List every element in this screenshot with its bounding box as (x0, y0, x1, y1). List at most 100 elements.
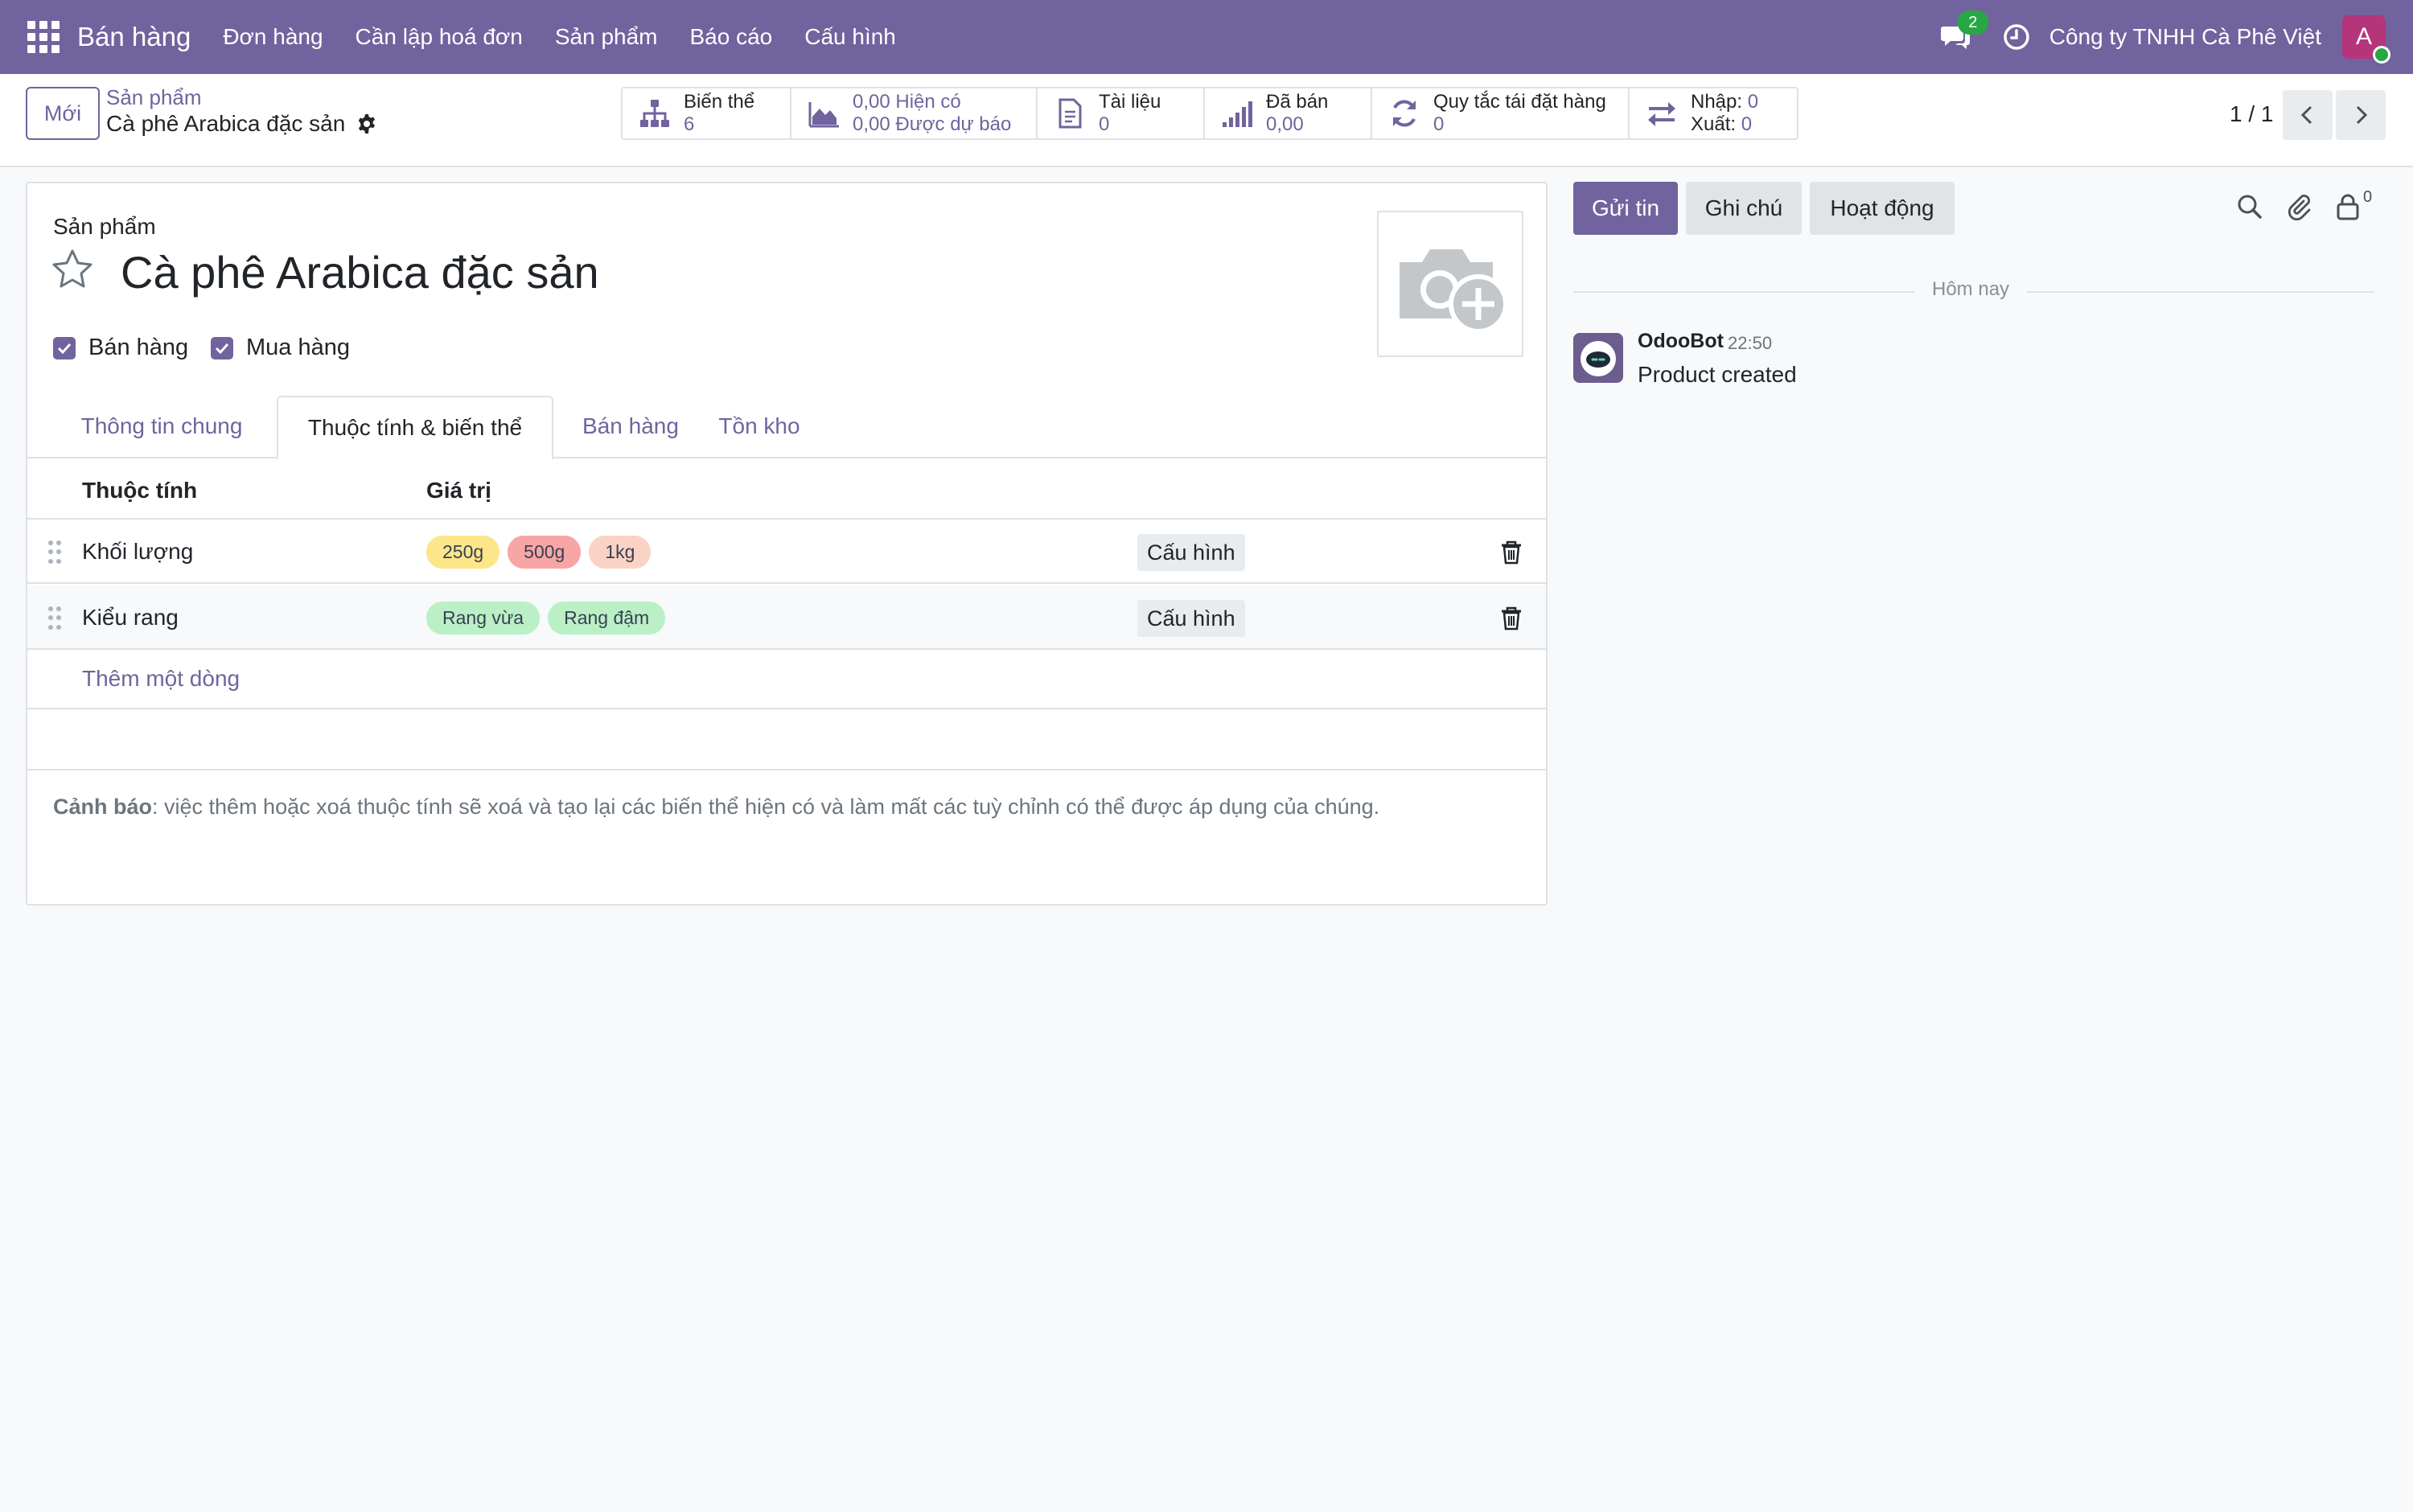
drag-handle-icon[interactable] (48, 606, 61, 631)
pager-next-button[interactable] (2336, 90, 2386, 140)
column-values[interactable]: Giá trị (426, 478, 491, 503)
value-tag: 1kg (589, 536, 652, 569)
documents-smart-button[interactable]: Tài liệu 0 (1038, 88, 1205, 138)
menu-products[interactable]: Sản phẩm (555, 24, 658, 50)
signal-bars-icon (1223, 101, 1252, 127)
attribute-name: Kiểu rang (82, 605, 179, 630)
attribute-values[interactable]: Rang vừa Rang đậm (426, 602, 673, 635)
product-name-field[interactable]: Cà phê Arabica đặc sản (121, 246, 599, 298)
attribute-values[interactable]: 250g 500g 1kg (426, 536, 659, 569)
add-line-link[interactable]: Thêm một dòng (82, 666, 240, 692)
refresh-icon (1393, 100, 1416, 127)
paperclip-icon[interactable] (2286, 193, 2313, 220)
on-hand-smart-button[interactable]: 0,00 Hiện có 0,00 Được dự báo (791, 88, 1038, 138)
message-author[interactable]: OdooBot (1638, 330, 1724, 353)
value-tag: Rang vừa (426, 602, 541, 635)
activities-button[interactable]: Hoạt động (1810, 182, 1955, 235)
configure-button[interactable]: Cấu hình (1137, 534, 1245, 571)
pager-value[interactable]: 1 / 1 (2230, 101, 2273, 127)
variants-count: 6 (684, 113, 695, 135)
can-be-sold-checkbox[interactable]: Bán hàng (53, 335, 188, 361)
followers-button[interactable]: 0 (2336, 188, 2376, 220)
can-be-purchased-label: Mua hàng (246, 335, 350, 360)
table-row[interactable]: Kiểu rang Rang vừa Rang đậm Cấu hình (27, 585, 1546, 650)
column-attribute[interactable]: Thuộc tính (82, 478, 197, 503)
apps-menu-icon[interactable] (27, 21, 60, 53)
tab-sales[interactable]: Bán hàng (566, 394, 695, 458)
document-icon (1059, 98, 1082, 129)
area-chart-icon (808, 102, 839, 128)
on-hand-label: Hiện có (895, 91, 961, 113)
forecast-value: 0,00 (853, 113, 890, 135)
product-image-upload[interactable] (1377, 211, 1523, 357)
message-body: Product created (1638, 362, 1797, 387)
can-be-purchased-checkbox[interactable]: Mua hàng (211, 335, 350, 361)
app-brand[interactable]: Bán hàng (77, 22, 191, 52)
table-row[interactable]: Khối lượng 250g 500g 1kg Cấu hình (27, 520, 1546, 584)
breadcrumb-current-label: Cà phê Arabica đặc sản (106, 111, 346, 136)
trash-icon[interactable] (1501, 540, 1522, 565)
user-initial: A (2355, 23, 2372, 50)
divider (27, 769, 1546, 770)
camera-plus-icon (1400, 249, 1508, 334)
menu-reports[interactable]: Báo cáo (689, 24, 772, 50)
in-value: 0 (1747, 91, 1759, 113)
followers-count: 0 (2363, 188, 2373, 206)
sitemap-icon (640, 100, 669, 127)
user-avatar[interactable]: A (2342, 15, 2390, 64)
chevron-right-icon (2356, 105, 2368, 125)
control-panel: Mới Sản phẩm Cà phê Arabica đặc sản Biến… (0, 74, 2413, 167)
menu-to-invoice[interactable]: Cần lập hoá đơn (356, 24, 523, 50)
out-label: Xuất: (1691, 113, 1737, 135)
breadcrumb-current: Cà phê Arabica đặc sản (106, 111, 377, 137)
tab-inventory[interactable]: Tồn kho (703, 394, 816, 458)
variants-smart-button[interactable]: Biến thể 6 (623, 88, 791, 138)
day-label: Hôm nay (1914, 278, 2028, 301)
variants-label: Biến thể (684, 91, 755, 113)
top-navbar: Bán hàng Đơn hàng Cần lập hoá đơn Sản ph… (0, 0, 2413, 74)
breadcrumb-parent[interactable]: Sản phẩm (106, 85, 202, 110)
menu-configuration[interactable]: Cấu hình (804, 24, 896, 50)
divider (27, 708, 1546, 709)
activity-clock-icon[interactable] (2003, 23, 2030, 51)
company-switcher[interactable]: Công ty TNHH Cà Phê Việt (2049, 24, 2321, 50)
in-out-smart-button[interactable]: Nhập: 0 Xuất: 0 (1630, 88, 1797, 138)
log-note-button[interactable]: Ghi chú (1686, 182, 1802, 235)
pager-previous-button[interactable] (2283, 90, 2333, 140)
on-hand-value: 0,00 (853, 91, 890, 113)
favorite-star-icon[interactable] (50, 248, 95, 293)
sold-smart-button[interactable]: Đã bán 0,00 (1205, 88, 1372, 138)
warning-label: Cảnh báo (53, 795, 153, 819)
configure-button[interactable]: Cấu hình (1137, 600, 1245, 637)
checkbox-checked-icon (53, 336, 76, 360)
new-button[interactable]: Mới (26, 87, 100, 140)
gear-icon[interactable] (356, 113, 377, 134)
documents-count: 0 (1099, 113, 1110, 135)
sold-label: Đã bán (1266, 91, 1329, 113)
chevron-left-icon (2300, 105, 2312, 125)
drag-handle-icon[interactable] (48, 540, 61, 565)
warning-text: Cảnh báo: việc thêm hoặc xoá thuộc tính … (53, 795, 1379, 820)
messages-count-badge: 2 (1957, 10, 1988, 35)
smart-buttons: Biến thể 6 0,00 Hiện có 0,00 Được dự báo… (621, 87, 1798, 140)
documents-label: Tài liệu (1099, 91, 1161, 113)
reordering-rules-smart-button[interactable]: Quy tắc tái đặt hàng 0 (1372, 88, 1630, 138)
value-tag: Rang đậm (548, 602, 666, 635)
odoobot-avatar[interactable] (1573, 333, 1623, 383)
checkbox-checked-icon (211, 336, 233, 360)
trash-icon[interactable] (1501, 606, 1522, 631)
sold-value: 0,00 (1266, 113, 1304, 135)
reordering-rules-count: 0 (1433, 113, 1445, 135)
user-lock-icon (2337, 194, 2359, 220)
tab-attributes-variants[interactable]: Thuộc tính & biến thể (277, 396, 553, 460)
reordering-rules-label: Quy tắc tái đặt hàng (1433, 91, 1606, 113)
value-tag: 500g (508, 536, 582, 569)
messages-icon[interactable]: 2 (1940, 10, 1988, 51)
send-message-button[interactable]: Gửi tin (1573, 182, 1678, 235)
attributes-table-header: Thuộc tính Giá trị (27, 458, 1546, 520)
attribute-name: Khối lượng (82, 539, 194, 564)
menu-orders[interactable]: Đơn hàng (223, 24, 323, 50)
online-status-dot (2373, 46, 2390, 64)
search-icon[interactable] (2236, 193, 2263, 220)
tab-general-info[interactable]: Thông tin chung (53, 394, 270, 458)
